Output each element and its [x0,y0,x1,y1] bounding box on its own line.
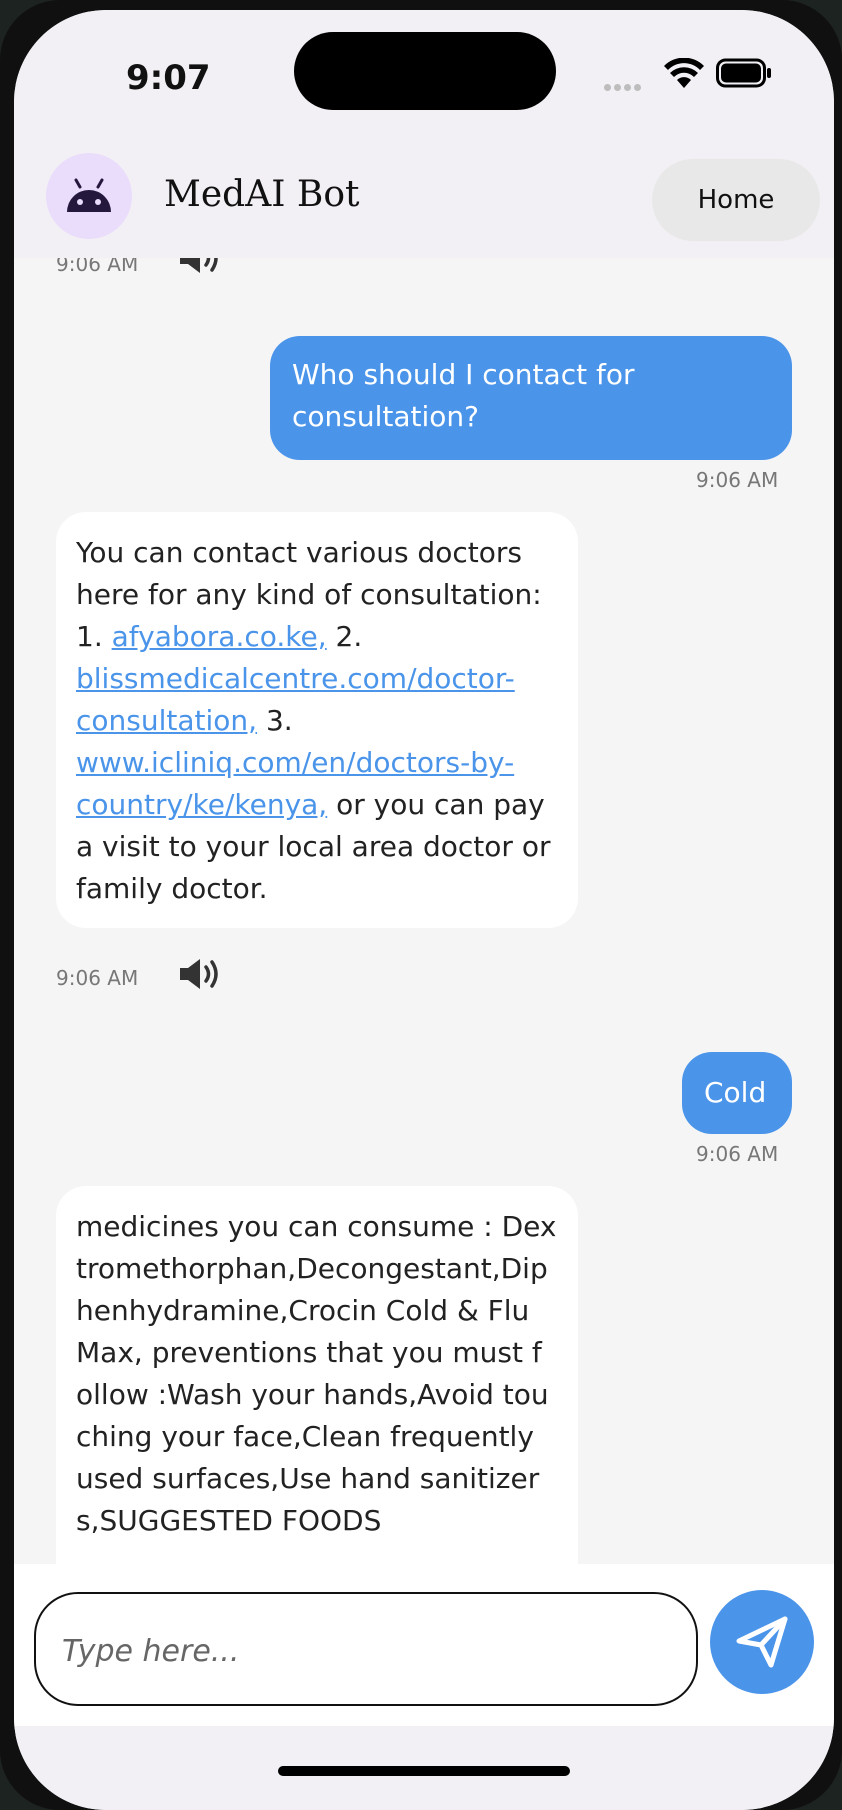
message-text: Who should I contact for consultation? [292,358,635,433]
app-header: MedAI Bot Home [14,136,834,258]
message-input[interactable] [60,1622,664,1680]
link-afyabora[interactable]: afyabora.co.ke, [112,620,327,653]
message-input-bar [14,1564,834,1726]
android-icon [67,178,111,212]
app-title: MedAI Bot [164,174,360,215]
message-text: medicines you can consume : Dextromethor… [76,1210,557,1537]
send-button[interactable] [710,1590,814,1694]
status-bar: 9:07 [14,10,834,136]
bot-avatar [46,153,132,239]
chat-messages[interactable]: 9:06 AM Who should I contact for consult… [14,258,834,1574]
user-message-bubble: Cold [682,1052,792,1134]
send-icon [736,1616,788,1668]
message-text: 2. [326,620,363,653]
home-indicator[interactable] [278,1766,570,1776]
home-indicator-area [14,1726,834,1810]
dynamic-island [294,32,556,110]
message-timestamp: 9:06 AM [696,468,779,492]
link-blissmedicalcentre[interactable]: blissmedicalcentre.com/doctor-consultati… [76,662,515,737]
app-screen: 9:07 MedAI Bot Home 9:06 AM Who should I… [14,10,834,1810]
cellular-signal-icon [604,76,644,91]
bot-message-bubble: medicines you can consume : Dextromethor… [56,1186,578,1574]
speaker-icon[interactable] [178,956,226,992]
message-text: 3. [257,704,293,737]
status-time: 9:07 [126,58,211,98]
message-text: Cold [704,1076,767,1109]
wifi-icon [664,58,704,88]
home-button[interactable]: Home [652,159,820,241]
message-timestamp: 9:06 AM [56,966,139,990]
message-timestamp: 9:06 AM [696,1142,779,1166]
message-input-container[interactable] [34,1592,698,1706]
user-message-bubble: Who should I contact for consultation? [270,336,792,460]
speaker-icon[interactable] [178,258,226,276]
bot-message-bubble: You can contact various doctors here for… [56,512,578,928]
battery-icon [716,58,771,88]
message-timestamp: 9:06 AM [56,258,139,276]
phone-frame: 9:07 MedAI Bot Home 9:06 AM Who should I… [0,0,842,1810]
